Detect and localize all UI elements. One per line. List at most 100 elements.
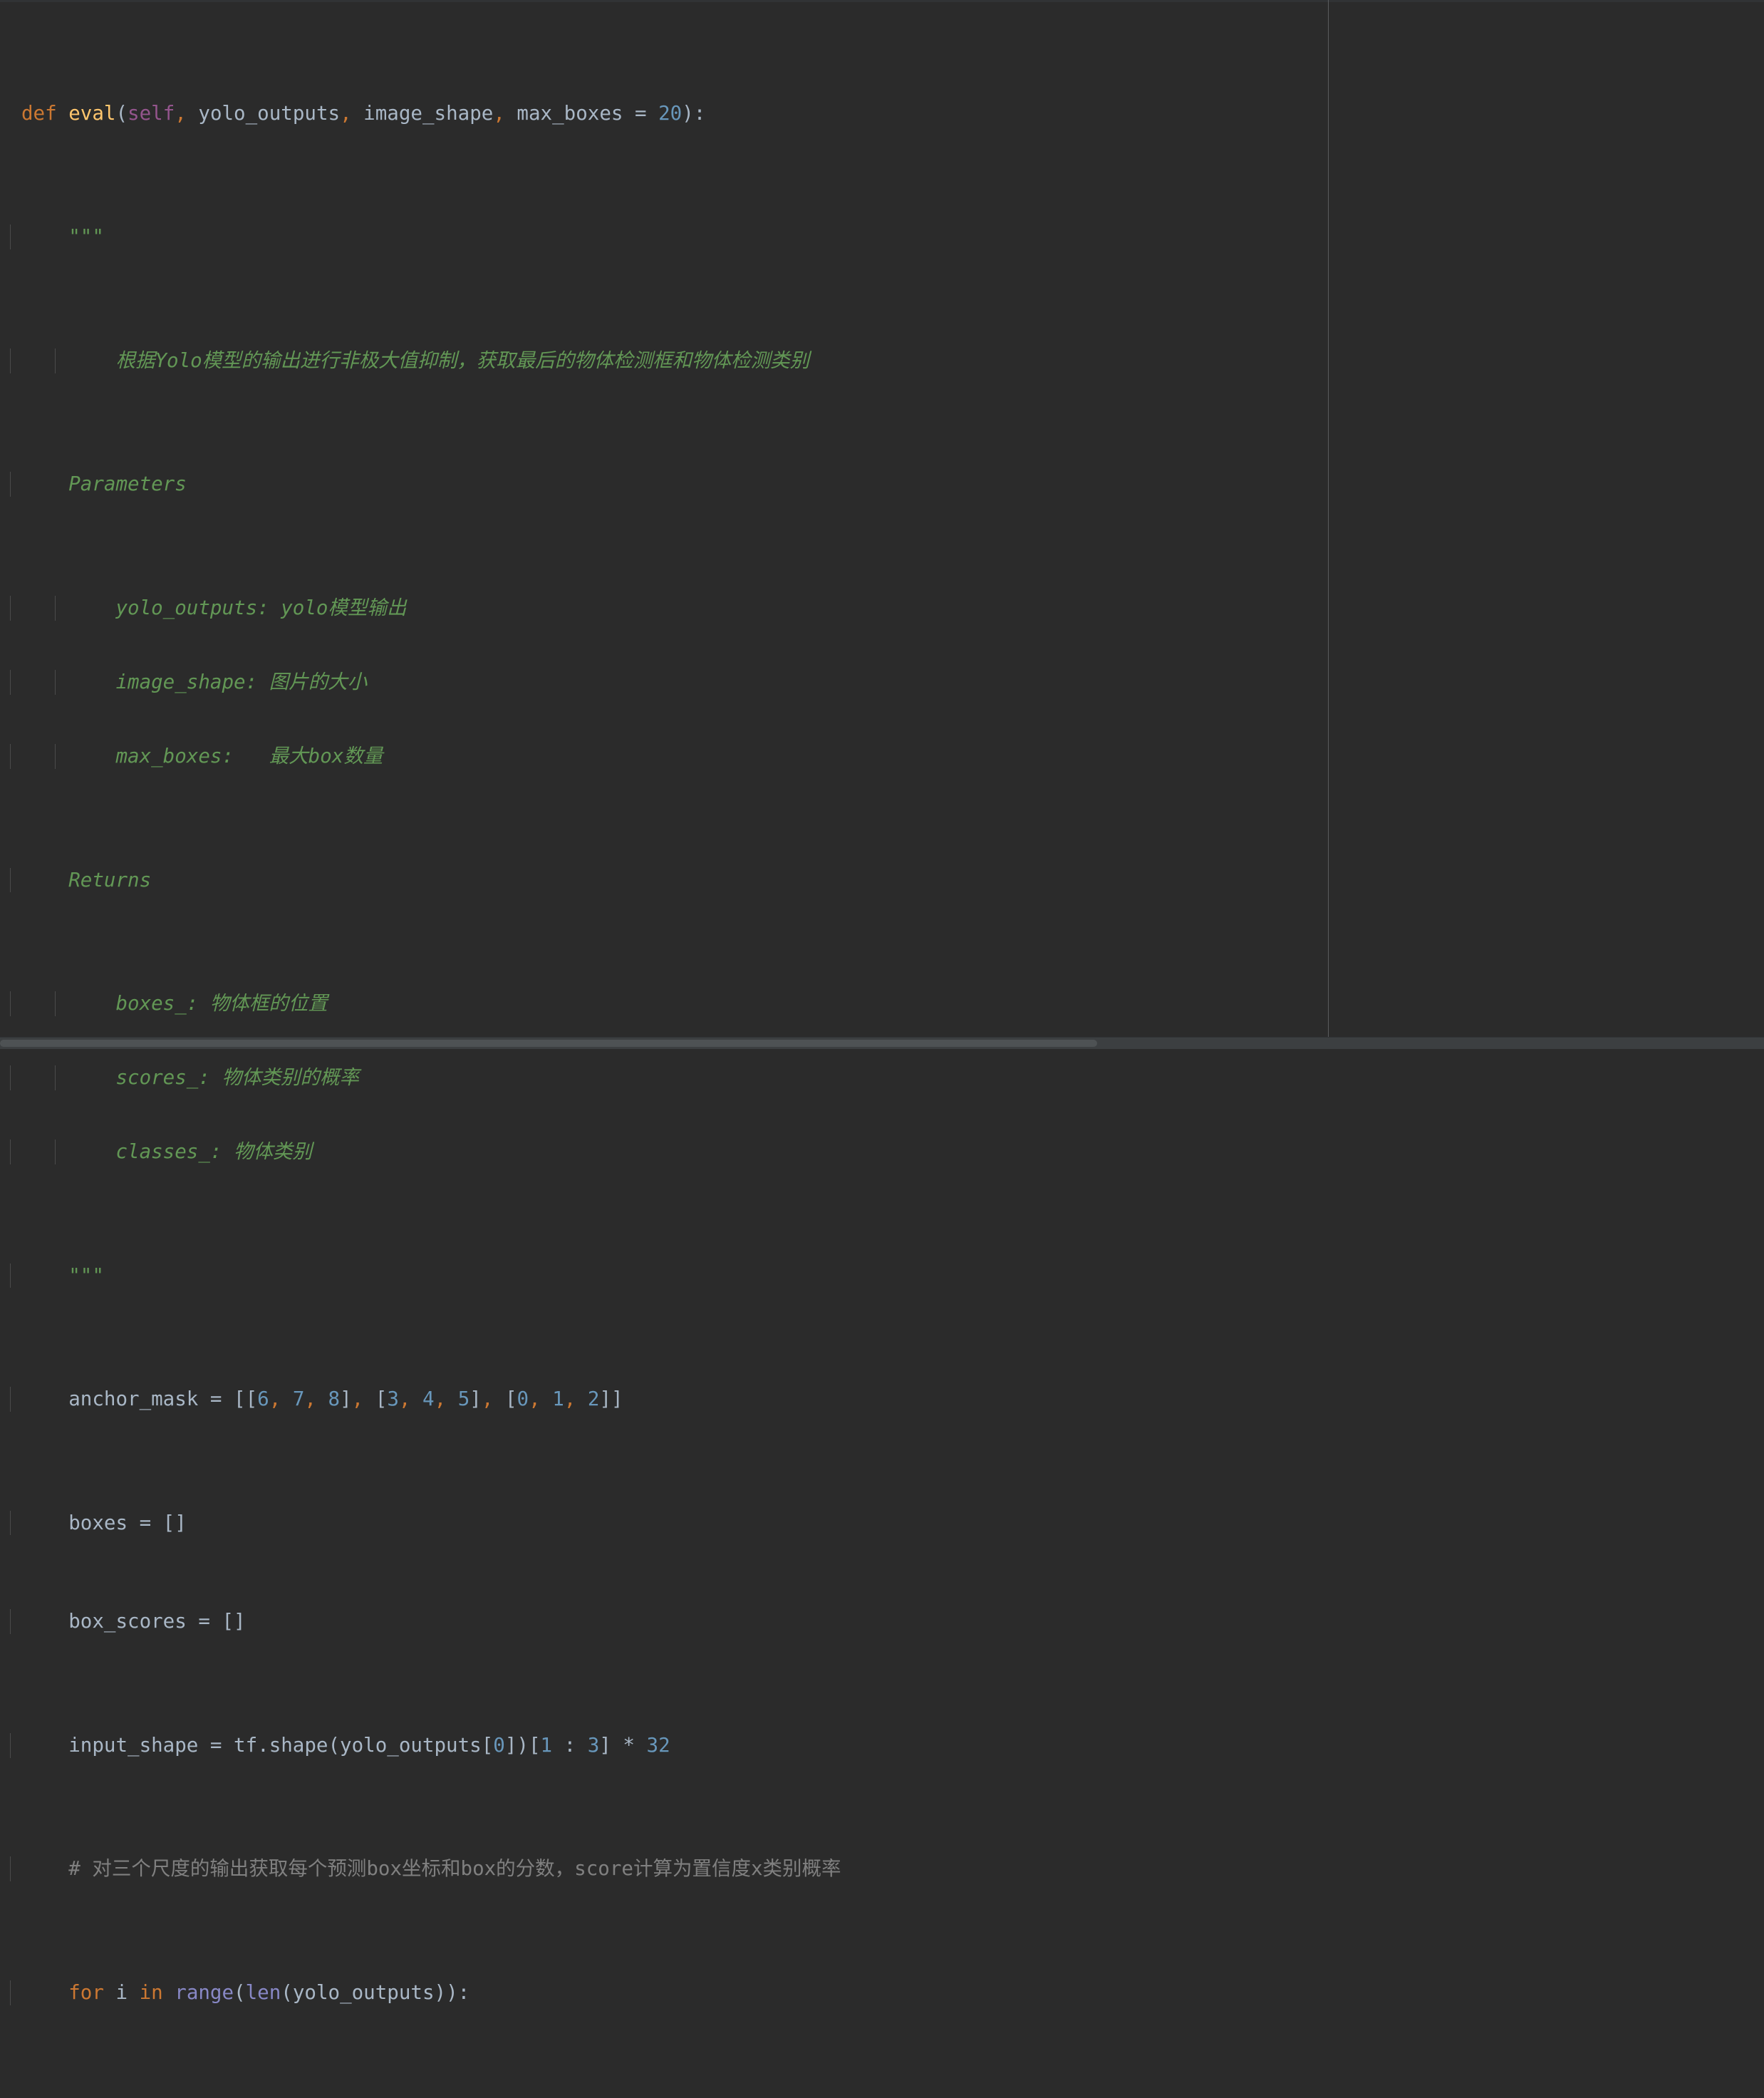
indent-guide xyxy=(10,1263,11,1288)
code-line[interactable]: boxes = [] xyxy=(0,1510,1764,1536)
docstring-param: max_boxes: 最大box数量 xyxy=(115,745,383,768)
code-line[interactable]: anchor_mask = [[6, 7, 8], [3, 4, 5], [0,… xyxy=(0,1387,1764,1412)
number: 4 xyxy=(410,1388,435,1411)
punct: , xyxy=(529,1388,541,1411)
docstring-return: classes_: 物体类别 xyxy=(115,1140,313,1164)
number: 3 xyxy=(587,1733,600,1757)
code-line[interactable]: box_scores = [] xyxy=(0,1609,1764,1635)
indent-guide xyxy=(10,1510,11,1536)
indent-guide xyxy=(55,991,56,1016)
punct: ): xyxy=(682,101,706,125)
punct: , xyxy=(493,101,505,125)
code-line[interactable]: 根据Yolo模型的输出进行非极大值抑制，获取最后的物体检测框和物体检测类别 xyxy=(0,348,1764,373)
indent-guide xyxy=(10,1732,11,1758)
builtin-range: range xyxy=(162,1980,234,2004)
number: 2 xyxy=(576,1388,600,1411)
indent-guide xyxy=(10,1140,11,1164)
statement: input_shape = tf.shape(yolo_outputs[ xyxy=(68,1733,494,1757)
punct: = xyxy=(635,101,659,125)
number: 1 xyxy=(540,1388,564,1411)
code-line[interactable]: yolo_outputs: yolo模型输出 xyxy=(0,595,1764,621)
code-line[interactable]: image_shape: 图片的大小 xyxy=(0,669,1764,695)
indent-guide xyxy=(10,1387,11,1412)
punct: , xyxy=(175,101,187,125)
number: 1 xyxy=(540,1733,553,1757)
indent-guide xyxy=(10,1065,11,1090)
code-line[interactable]: # 对三个尺度的输出获取每个预测box坐标和box的分数，score计算为置信度… xyxy=(0,1856,1764,1882)
docstring-param: image_shape: 图片的大小 xyxy=(115,670,368,693)
indent-guide xyxy=(10,744,11,769)
code-surface[interactable]: def eval(self, yolo_outputs, image_shape… xyxy=(0,2,1764,2098)
indent-guide xyxy=(10,472,11,497)
indent-guide xyxy=(10,867,11,893)
indent-guide xyxy=(10,1609,11,1635)
punct: , xyxy=(564,1388,576,1411)
docstring-return: scores_: 物体类别的概率 xyxy=(115,1066,359,1090)
param: yolo_outputs xyxy=(186,101,341,125)
punct: ] xyxy=(340,1388,352,1411)
builtin-len: len xyxy=(245,1980,281,2004)
code-line[interactable]: for i in range(len(yolo_outputs)): xyxy=(0,1980,1764,2005)
indent-guide xyxy=(55,1065,56,1090)
indent-guide xyxy=(10,1856,11,1882)
number: 0 xyxy=(493,1733,505,1757)
inline-comment: # 对三个尺度的输出获取每个预测box坐标和box的分数，score计算为置信度… xyxy=(68,1857,841,1881)
number: 32 xyxy=(646,1733,670,1757)
keyword-for: for xyxy=(68,1980,104,2004)
docstring-param: yolo_outputs: yolo模型输出 xyxy=(115,596,407,619)
docstring-returns-heading: Returns xyxy=(68,868,152,892)
code-line[interactable]: max_boxes: 最大box数量 xyxy=(0,744,1764,769)
code-line[interactable]: """ xyxy=(0,224,1764,249)
indent-guide xyxy=(55,595,56,621)
punct: , xyxy=(481,1388,494,1411)
docstring-summary: 根据Yolo模型的输出进行非极大值抑制，获取最后的物体检测框和物体检测类别 xyxy=(115,348,810,372)
param: max_boxes xyxy=(504,101,635,125)
punct: , xyxy=(340,101,352,125)
punct: , xyxy=(398,1388,411,1411)
punct: : xyxy=(552,1733,588,1757)
indent-guide xyxy=(55,744,56,769)
statement: boxes = [] xyxy=(68,1511,187,1534)
indent-guide xyxy=(10,991,11,1016)
indent-guide xyxy=(55,669,56,695)
docstring-return: boxes_: 物体框的位置 xyxy=(115,992,328,1015)
code-line[interactable]: input_shape = tf.shape(yolo_outputs[0])[… xyxy=(0,1732,1764,1758)
number: 7 xyxy=(281,1388,305,1411)
number: 8 xyxy=(316,1388,341,1411)
horizontal-scrollbar-thumb[interactable] xyxy=(0,1040,1097,1047)
code-line[interactable]: boxes_: 物体框的位置 xyxy=(0,991,1764,1016)
code-line[interactable]: def eval(self, yolo_outputs, image_shape… xyxy=(0,101,1764,126)
docstring-close-quote: """ xyxy=(68,1264,104,1287)
statement: anchor_mask = [[ xyxy=(68,1388,258,1411)
code-line[interactable]: """ xyxy=(0,1263,1764,1288)
number: 5 xyxy=(446,1388,470,1411)
punct: ] xyxy=(469,1388,482,1411)
indent-guide xyxy=(10,669,11,695)
indent-guide xyxy=(10,595,11,621)
keyword-in: in xyxy=(139,1980,163,2004)
punct: ( xyxy=(115,101,128,125)
indent-guide xyxy=(10,224,11,249)
horizontal-scrollbar[interactable] xyxy=(0,1037,1764,1049)
indent-guide xyxy=(10,1980,11,2005)
param: image_shape xyxy=(351,101,494,125)
indent-guide xyxy=(10,348,11,373)
punct: [ xyxy=(363,1388,388,1411)
punct: [ xyxy=(493,1388,517,1411)
function-name: eval xyxy=(68,101,116,125)
keyword-def: def xyxy=(21,101,57,125)
code-editor[interactable]: def eval(self, yolo_outputs, image_shape… xyxy=(0,0,1764,2005)
number: 20 xyxy=(658,101,683,125)
number: 0 xyxy=(517,1388,529,1411)
docstring-open-quote: """ xyxy=(68,225,104,249)
punct: , xyxy=(434,1388,447,1411)
loop-var: i xyxy=(103,1980,140,2004)
code-line[interactable]: scores_: 物体类别的概率 xyxy=(0,1065,1764,1090)
self-token: self xyxy=(128,101,175,125)
code-line[interactable]: Parameters xyxy=(0,472,1764,497)
punct: ])[ xyxy=(504,1733,541,1757)
punct: ] * xyxy=(599,1733,647,1757)
code-line[interactable]: classes_: 物体类别 xyxy=(0,1140,1764,1164)
code-line[interactable]: Returns xyxy=(0,867,1764,893)
punct: ]] xyxy=(599,1388,623,1411)
